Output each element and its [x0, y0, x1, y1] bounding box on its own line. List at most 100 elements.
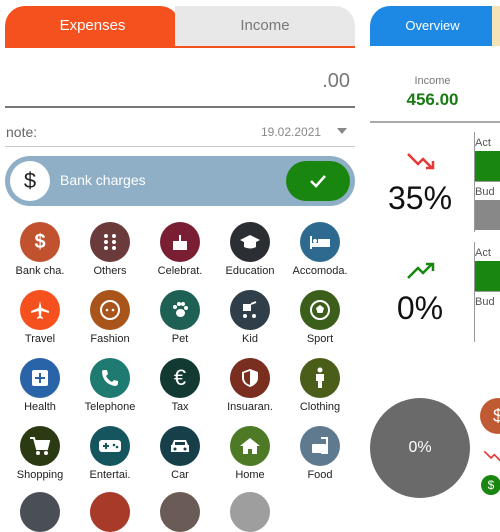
car-icon [160, 426, 200, 466]
amount-display[interactable]: .00 [322, 70, 350, 93]
category-item[interactable]: Insuaran. [215, 358, 285, 413]
category-label: Travel [24, 333, 56, 345]
category-item[interactable]: Entertai. [75, 426, 145, 481]
budget-label-1: Bud [475, 186, 495, 198]
category-item-partial[interactable] [160, 492, 200, 532]
chevron-down-icon[interactable] [337, 128, 347, 134]
category-item[interactable]: Sport [285, 290, 355, 345]
category-item[interactable]: Home [215, 426, 285, 481]
category-label: Insuaran. [227, 401, 273, 413]
bed-icon [300, 222, 340, 262]
category-label: Kid [242, 333, 258, 345]
category-label: Sport [306, 333, 334, 345]
category-item[interactable]: Education [215, 222, 285, 277]
category-label: Celebrat. [157, 265, 203, 277]
date-field[interactable]: 19.02.2021 [261, 125, 321, 139]
actual-label-2: Act [475, 247, 491, 259]
selected-category-label: Bank charges [60, 172, 146, 188]
category-item-partial[interactable] [90, 492, 130, 532]
person-icon [300, 358, 340, 398]
cake-icon [160, 222, 200, 262]
actual-bar-2 [475, 261, 500, 291]
category-item[interactable]: Fashion [75, 290, 145, 345]
category-item[interactable]: Pet [145, 290, 215, 345]
category-label: Shopping [16, 469, 64, 481]
category-item[interactable]: Car [145, 426, 215, 481]
category-item[interactable]: Others [75, 222, 145, 277]
income-value: 456.00 [406, 90, 459, 109]
percent-row-1: 35% [387, 180, 453, 216]
phone-icon [90, 358, 130, 398]
category-label: Home [235, 469, 265, 481]
category-item[interactable]: Kid [215, 290, 285, 345]
tab-income[interactable]: Income [175, 6, 355, 46]
category-item[interactable]: Accomoda. [285, 222, 355, 277]
category-label: Fashion [90, 333, 130, 345]
category-label: Others [93, 265, 127, 277]
food-icon [300, 426, 340, 466]
tab-expenses[interactable]: Expenses [5, 6, 180, 46]
euro-icon: € [160, 358, 200, 398]
note-underline [5, 146, 355, 147]
graduation-cap-icon [230, 222, 270, 262]
income-label: Income [414, 75, 451, 87]
type-tabs: Expenses Income [5, 6, 355, 48]
category-item-partial[interactable] [20, 492, 60, 532]
tab-next[interactable] [492, 6, 500, 46]
percent-row-2: 0% [396, 290, 444, 326]
dollar-icon: $ [481, 475, 500, 495]
note-label[interactable]: note: [6, 124, 37, 140]
category-item[interactable]: Travel [5, 290, 75, 345]
category-label: Accomoda. [292, 265, 348, 277]
dollar-icon: $ [20, 222, 60, 262]
confirm-button[interactable] [286, 161, 350, 201]
overview-divider [370, 121, 500, 123]
category-item[interactable]: $ Bank cha. [5, 222, 75, 277]
category-item[interactable]: € Tax [145, 358, 215, 413]
medical-plus-icon [20, 358, 60, 398]
stroller-icon [230, 290, 270, 330]
overview-pie[interactable]: 0% [370, 398, 470, 498]
actual-bar-1 [475, 151, 500, 181]
category-label: Food [307, 469, 333, 481]
category-label: Bank cha. [15, 265, 65, 277]
category-item[interactable]: Celebrat. [145, 222, 215, 277]
trend-up-icon [407, 262, 435, 279]
category-label: Telephone [84, 401, 136, 413]
row-1-separator [475, 181, 500, 182]
trend-down-icon [483, 450, 500, 462]
dollar-icon: $ [480, 398, 500, 434]
category-label: Entertai. [89, 469, 131, 481]
selected-category-bar: $ Bank charges [5, 156, 355, 206]
category-label: Education [225, 265, 275, 277]
amount-underline [5, 106, 355, 108]
category-item[interactable]: Clothing [285, 358, 355, 413]
budget-label-2: Bud [475, 296, 495, 308]
face-icon [90, 290, 130, 330]
category-label: Tax [171, 401, 189, 413]
category-item-partial[interactable] [230, 492, 270, 532]
category-item[interactable]: Food [285, 426, 355, 481]
category-item[interactable]: Telephone [75, 358, 145, 413]
category-item[interactable]: Shopping [5, 426, 75, 481]
shield-icon [230, 358, 270, 398]
paw-icon [160, 290, 200, 330]
row-2-separator [475, 291, 500, 292]
grid-icon [90, 222, 130, 262]
category-label: Pet [171, 333, 189, 345]
budget-bar-1 [475, 200, 500, 230]
category-label: Clothing [299, 401, 341, 413]
tab-overview[interactable]: Overview [370, 6, 495, 46]
dollar-icon: $ [10, 161, 50, 201]
checkmark-icon [310, 175, 326, 188]
tab-underline [5, 46, 355, 48]
trend-down-icon [407, 153, 435, 170]
category-label: Health [24, 401, 56, 413]
airplane-icon [20, 290, 60, 330]
category-label: Car [171, 469, 189, 481]
category-item[interactable]: Health [5, 358, 75, 413]
gamepad-icon [90, 426, 130, 466]
cart-icon [20, 426, 60, 466]
actual-label-1: Act [475, 137, 491, 149]
home-icon [230, 426, 270, 466]
